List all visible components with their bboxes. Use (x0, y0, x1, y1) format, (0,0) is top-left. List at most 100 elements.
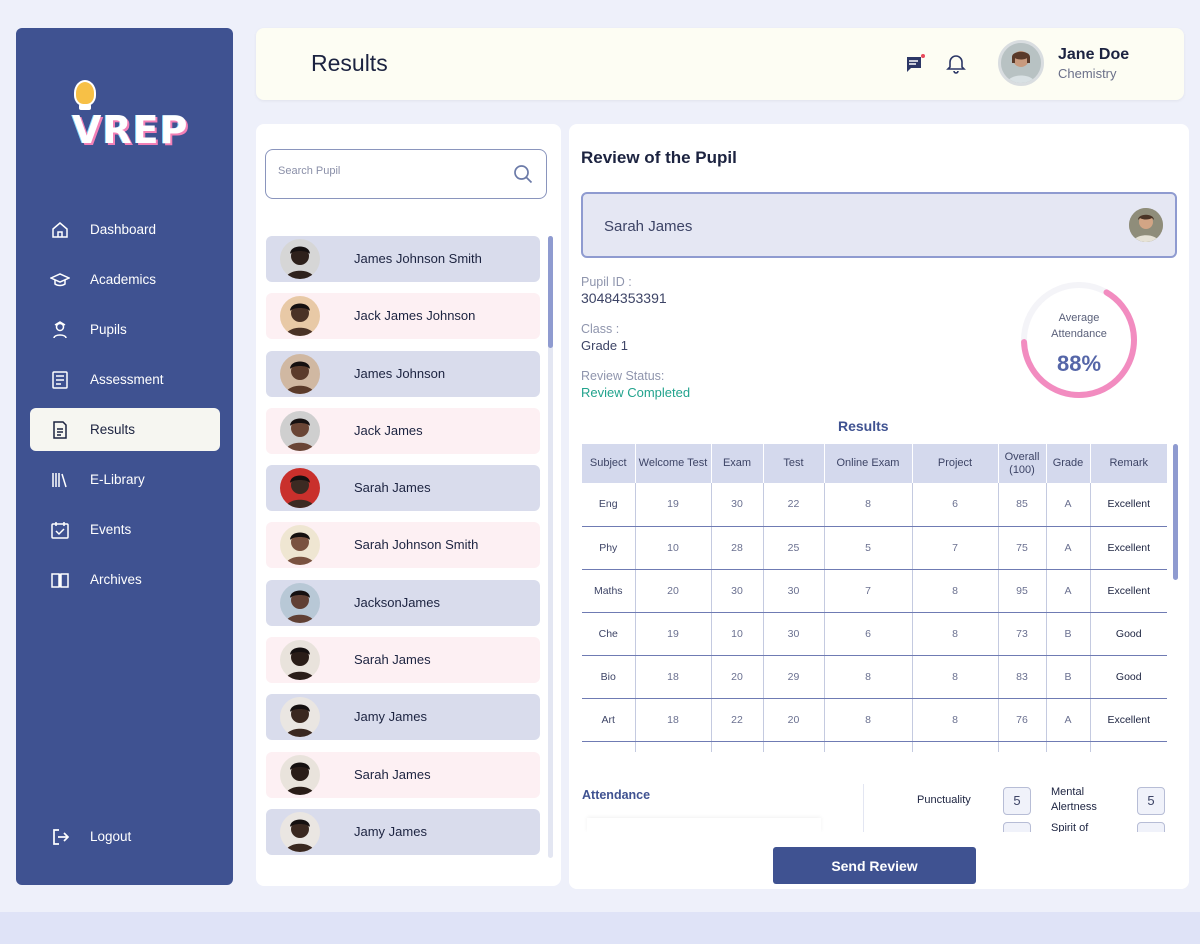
table-cell: Phy (582, 526, 636, 570)
column-header: Overall (100) (998, 444, 1047, 483)
column-header: Exam (711, 444, 764, 483)
pupil-name: Jamy James (354, 709, 427, 725)
sidebar-item-pupils[interactable]: Pupils (30, 308, 220, 351)
pupil-list-item[interactable]: Sarah James (266, 465, 540, 512)
table-cell: 19 (635, 612, 712, 656)
table-cell: 22 (763, 483, 825, 527)
pupil-list-item[interactable]: Jamy James (266, 694, 540, 741)
table-cell: Bio (582, 655, 636, 699)
user-avatar[interactable] (998, 40, 1044, 86)
table-cell: 6 (824, 612, 913, 656)
table-row[interactable]: Maths 20 30 30 7 8 95 A Excellent (582, 569, 1167, 613)
sidebar-item-label: E-Library (90, 472, 145, 487)
chat-icon[interactable] (904, 53, 926, 75)
pupil-list-item[interactable]: Jamy James (266, 808, 540, 855)
sidebar-item-academics[interactable]: Academics (30, 258, 220, 301)
column-header: Subject (582, 444, 636, 483)
table-cell: 19 (635, 483, 712, 527)
table-cell: 28 (711, 526, 764, 570)
table-cell (912, 741, 999, 752)
pupil-list-item[interactable]: James Johnson Smith (266, 236, 540, 282)
column-header: Welcome Test (635, 444, 712, 483)
status-value: Review Completed (581, 385, 691, 400)
search-icon[interactable] (512, 163, 534, 185)
table-row[interactable] (582, 741, 1167, 752)
pupil-list-item[interactable]: Sarah James (266, 637, 540, 684)
table-cell: 8 (912, 698, 999, 742)
sidebar-item-archives[interactable]: Archives (30, 558, 220, 601)
rating-label-mental-alertness: Mental Alertness (1051, 786, 1097, 813)
pupil-list-item[interactable]: Sarah Johnson Smith (266, 522, 540, 569)
table-cell: Excellent (1090, 483, 1167, 527)
table-cell: Che (582, 612, 636, 656)
table-cell: Excellent (1090, 698, 1167, 742)
sidebar-item-assessment[interactable]: Assessment (30, 358, 220, 401)
pupil-list-item[interactable]: Jack James Johnson (266, 293, 540, 340)
table-cell: 30 (711, 569, 764, 613)
sidebar-item-events[interactable]: Events (30, 508, 220, 551)
table-cell: 8 (824, 655, 913, 699)
table-row[interactable]: Bio 18 20 29 8 8 83 B Good (582, 655, 1167, 699)
send-review-button[interactable]: Send Review (773, 847, 976, 884)
results-table-container: Subject Welcome Test Exam Test Online Exam Pr… (582, 444, 1167, 752)
table-cell: Maths (582, 569, 636, 613)
column-header: Grade (1046, 444, 1091, 483)
table-cell: A (1046, 526, 1091, 570)
selected-pupil-avatar (1129, 208, 1163, 242)
list-scrollbar[interactable] (548, 236, 553, 348)
sidebar-item-label: Dashboard (90, 222, 157, 237)
table-cell: 8 (824, 483, 913, 527)
table-cell: Art (582, 698, 636, 742)
pupil-avatar (280, 353, 320, 394)
table-cell: 8 (912, 569, 999, 613)
table-cell (1090, 741, 1167, 752)
sidebar: VREP Dashboard Academics Pupils Assessment R… (16, 28, 233, 885)
pupil-list-panel: James Johnson Smith Jack James Johnson Jam… (256, 124, 561, 886)
sidebar-item-e-library[interactable]: E-Library (30, 458, 220, 501)
pupil-name: James Johnson Smith (354, 251, 482, 266)
bell-icon[interactable] (945, 52, 967, 74)
table-row[interactable]: Phy 10 28 25 5 7 75 A Excellent (582, 526, 1167, 570)
table-cell (711, 741, 764, 752)
table-cell: B (1046, 655, 1091, 699)
pupil-icon (50, 320, 70, 340)
table-cell: A (1046, 483, 1091, 527)
results-table-title: Results (838, 418, 889, 434)
table-row[interactable]: Che 19 10 30 6 8 73 B Good (582, 612, 1167, 656)
library-icon (50, 470, 70, 490)
table-scrollbar[interactable] (1173, 444, 1178, 580)
pupil-list-item[interactable]: Jack James (266, 407, 540, 454)
table-cell: 29 (763, 655, 825, 699)
pupil-id-label: Pupil ID : (581, 275, 632, 289)
table-cell: 75 (998, 526, 1047, 570)
sidebar-nav: Dashboard Academics Pupils Assessment Result… (30, 208, 220, 608)
selected-pupil-field[interactable]: Sarah James (581, 192, 1177, 258)
pupil-name: JacksonJames (354, 594, 440, 610)
sidebar-item-results[interactable]: Results (30, 408, 220, 451)
gauge-label-line1: Average (1058, 312, 1100, 324)
table-cell: 20 (635, 569, 712, 613)
status-label: Review Status: (581, 369, 665, 383)
table-cell: 76 (998, 698, 1047, 742)
table-header-row: Subject Welcome Test Exam Test Online Exam Pr… (582, 444, 1167, 483)
pupil-list-item[interactable]: Sarah James (266, 751, 540, 798)
attendance-inputs (587, 818, 821, 832)
sidebar-item-dashboard[interactable]: Dashboard (30, 208, 220, 251)
column-header: Test (763, 444, 825, 483)
pupil-list-item[interactable]: James Johnson (266, 350, 540, 397)
logout-button[interactable]: Logout (30, 815, 220, 858)
pupil-list-item[interactable]: JacksonJames (266, 579, 540, 626)
sidebar-item-label: Results (90, 422, 136, 437)
table-cell: 18 (635, 655, 712, 699)
rating-box-punctuality[interactable]: 5 (1003, 787, 1031, 815)
rating-box-mental-alertness[interactable]: 5 (1137, 787, 1165, 815)
table-row[interactable]: Eng 19 30 22 8 6 85 A Excellent (582, 483, 1167, 527)
attendance-label: Attendance (582, 788, 651, 802)
pupil-list: James Johnson Smith Jack James Johnson Jam… (266, 236, 540, 866)
pupil-id-value: 30484353391 (581, 290, 667, 306)
search-input[interactable] (278, 165, 498, 177)
table-cell: 8 (912, 612, 999, 656)
review-panel: Review of the Pupil Sarah James Pupil ID… (569, 124, 1189, 889)
table-row[interactable]: Art 18 22 20 8 8 76 A Excellent (582, 698, 1167, 742)
pupil-name: Jamy James (354, 823, 427, 839)
